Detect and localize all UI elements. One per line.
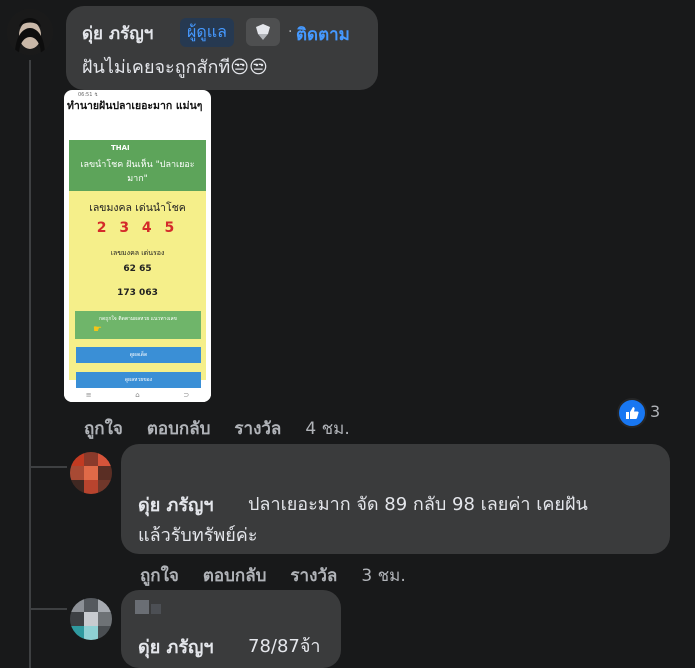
- lottery-card: THAI เลขนำโชค ฝันเห็น "ปลาเยอะ มาก" เลขม…: [69, 140, 206, 388]
- home-icon: ⌂: [135, 391, 140, 399]
- reply-text-line1: ปลาเยอะมาก จัด 89 กลับ 98 เลยค่า เคยฝัน: [248, 494, 588, 515]
- thai-logo: THAI: [111, 144, 130, 152]
- attachment-headline: ทำนายฝันปลาเยอะมาก แม่นๆ: [67, 100, 203, 112]
- back-icon: ⊃: [183, 391, 190, 399]
- pair-numbers: 62 65: [123, 264, 152, 274]
- avatar[interactable]: [70, 452, 112, 494]
- green-button-label: กดถูกใจ ติดตามผลหวย แนวทางเลข: [99, 316, 177, 322]
- menu-icon: ≡: [85, 391, 92, 399]
- award-link[interactable]: รางวัล: [290, 562, 337, 589]
- reaction-count[interactable]: 3: [650, 402, 660, 421]
- like-reaction-icon[interactable]: [617, 398, 647, 428]
- avatar[interactable]: [7, 9, 53, 55]
- follow-link[interactable]: ติดตาม: [296, 21, 350, 48]
- reply-link[interactable]: ตอบกลับ: [147, 415, 211, 442]
- comment-attachment-image[interactable]: 06:51 ↯ ทำนายฝันปลาเยอะมาก แม่นๆ THAI เล…: [64, 90, 211, 402]
- reply-author[interactable]: ดุ่ย ภรัญฯ: [138, 632, 213, 661]
- sub-title: เลขมงคล เด่นรอง: [110, 249, 165, 257]
- avatar[interactable]: [70, 598, 112, 640]
- comment-text: ฝันไม่เคยจะถูกสักที😒😒: [82, 57, 268, 78]
- lucky-digits: 2 3 4 5: [96, 220, 179, 236]
- thread-line: [29, 60, 31, 668]
- triple-numbers: 173 063: [117, 288, 158, 298]
- reply-actions: ถูกใจ ตอบกลับ รางวัล 3 ชม.: [140, 562, 406, 589]
- follow-green-button: กดถูกใจ ติดตามผลหวย แนวทางเลข ☛: [75, 311, 201, 339]
- pointing-hand-icon: ☛: [93, 324, 102, 335]
- blue-button: ดูผลเด็ด: [76, 347, 201, 363]
- reply-bubble: ดุ่ย ภรัญฯ ปลาเยอะมาก จัด 89 กลับ 98 เลย…: [121, 444, 670, 554]
- thread-connector: [29, 466, 67, 468]
- reply-author[interactable]: ดุ่ย ภรัญฯ: [138, 490, 213, 519]
- green-header-line2: มาก": [127, 174, 148, 184]
- reply-link[interactable]: ตอบกลับ: [203, 562, 267, 589]
- like-link[interactable]: ถูกใจ: [140, 562, 179, 589]
- timestamp[interactable]: 4 ชม.: [305, 415, 349, 442]
- timestamp[interactable]: 3 ชม.: [361, 562, 405, 589]
- green-header: THAI เลขนำโชค ฝันเห็น "ปลาเยอะ มาก": [69, 140, 206, 191]
- moderator-badge[interactable]: ผู้ดูแล: [180, 18, 234, 47]
- thread-connector: [29, 608, 67, 610]
- green-header-line1: เลขนำโชค ฝันเห็น "ปลาเยอะ: [80, 160, 195, 170]
- separator-dot: ·: [288, 24, 293, 40]
- comment-actions: ถูกใจ ตอบกลับ รางวัล 4 ชม.: [84, 415, 350, 442]
- reply-text: 78/87จ้า: [248, 636, 321, 657]
- award-badge-icon[interactable]: [246, 18, 280, 46]
- phone-status-bar: 06:51 ↯: [78, 92, 99, 98]
- comment-author[interactable]: ดุ่ย ภรัญฯ: [82, 20, 153, 47]
- lucky-title: เลขมงคล เด่นนำโชค: [89, 202, 186, 214]
- award-link[interactable]: รางวัล: [234, 415, 281, 442]
- reply-bubble: ดุ่ย ภรัญฯ 78/87จ้า: [121, 590, 341, 668]
- comment-bubble: ดุ่ย ภรัญฯ ผู้ดูแล · ติดตาม ฝันไม่เคยจะถ…: [66, 6, 378, 90]
- redacted-name: [135, 600, 175, 616]
- like-link[interactable]: ถูกใจ: [84, 415, 123, 442]
- reply-text-line2: แล้วรับทรัพย์ค่ะ: [138, 525, 258, 546]
- blue-button: ดูผลหวยของ: [76, 372, 201, 388]
- phone-nav-bar: ≡ ⌂ ⊃: [64, 388, 211, 402]
